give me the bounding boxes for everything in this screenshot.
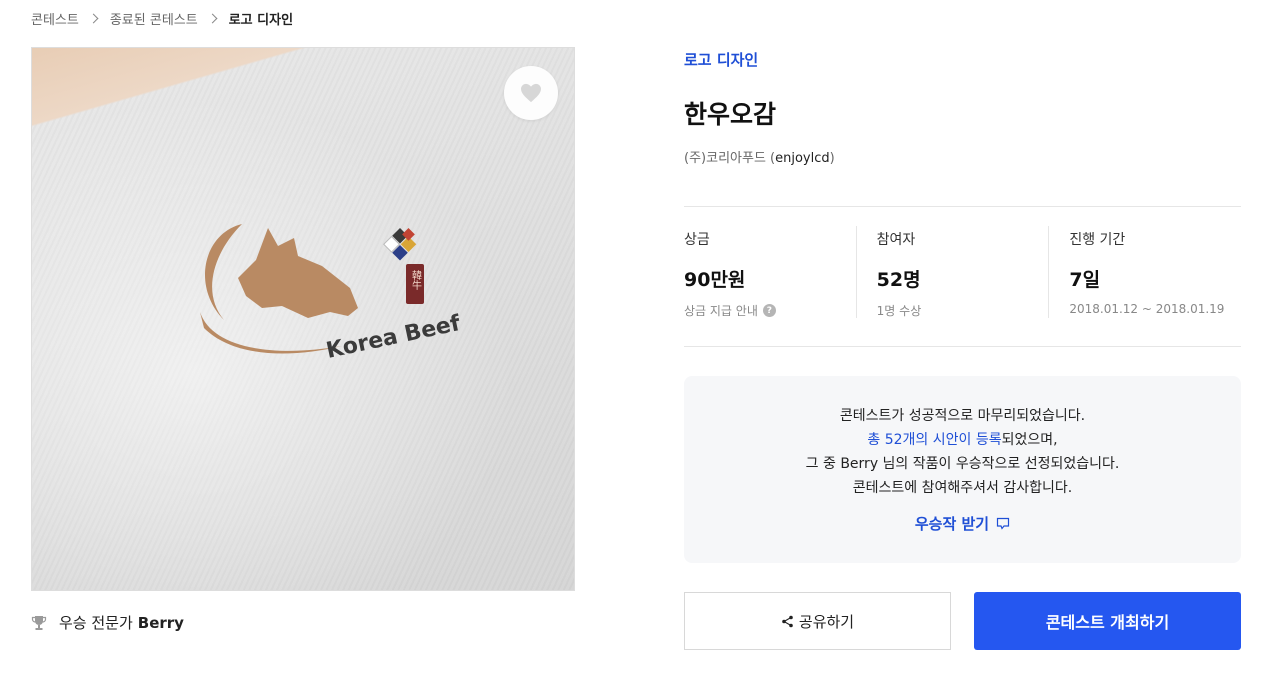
notice-line-2: 총 52개의 시안이 등록되었으며, — [684, 428, 1241, 452]
chevron-right-icon — [88, 13, 99, 24]
contest-stats: 상금 90만원 상금 지급 안내 ? 참여자 52명 1명 수상 진행 기간 7… — [684, 226, 1241, 318]
host-company: (주)코리아푸드 — [684, 151, 766, 166]
divider-bottom — [684, 346, 1241, 347]
stat-prize-label: 상금 — [684, 232, 710, 248]
stat-participants-value: 52명 — [876, 269, 921, 291]
heart-icon — [521, 83, 541, 103]
prize-payment-info-label: 상금 지급 안내 — [684, 304, 758, 318]
host-contest-button[interactable]: 콘테스트 개최하기 — [974, 592, 1241, 650]
contest-host: (주)코리아푸드 (enjoylcd) — [684, 147, 835, 166]
favorite-button[interactable] — [504, 66, 558, 120]
winner-label: 우승 전문가 — [59, 614, 133, 632]
host-id-open: ( — [765, 151, 776, 166]
share-button-label: 공유하기 — [798, 612, 855, 631]
trophy-icon — [31, 615, 47, 630]
stat-participants-label: 참여자 — [876, 232, 916, 248]
stat-duration-dates: 2018.01.12 ~ 2018.01.19 — [1069, 302, 1225, 316]
speech-bubble-icon — [997, 517, 1010, 530]
share-icon — [782, 615, 793, 627]
notice-line-4: 콘테스트에 참여해주셔서 감사합니다. — [852, 480, 1073, 496]
prize-payment-info[interactable]: 상금 지급 안내 ? — [684, 302, 856, 319]
breadcrumb-finished-contests[interactable]: 종료된 콘테스트 — [110, 9, 198, 28]
view-winning-entry-label: 우승작 받기 — [914, 515, 990, 533]
notice-line-3: 그 중 Berry 님의 작품이 우승작으로 선정되었습니다. — [805, 456, 1120, 472]
host-id[interactable]: enjoylcd — [775, 151, 830, 166]
contest-title: 한우오감 — [684, 100, 777, 129]
contest-result-notice: 콘테스트가 성공적으로 마무리되었습니다. 총 52개의 시안이 등록되었으며,… — [684, 376, 1241, 563]
submissions-link[interactable]: 총 52개의 시안이 등록 — [867, 432, 1001, 448]
help-icon[interactable]: ? — [762, 304, 776, 317]
stat-duration-label: 진행 기간 — [1069, 232, 1126, 248]
winner-name[interactable]: Berry — [138, 614, 184, 632]
stat-duration-value: 7일 — [1069, 269, 1101, 291]
divider-top — [684, 206, 1241, 207]
breadcrumb: 콘테스트 종료된 콘테스트 로고 디자인 — [31, 9, 293, 28]
notice-line-1: 콘테스트가 성공적으로 마무리되었습니다. — [839, 408, 1086, 424]
share-button[interactable]: 공유하기 — [684, 592, 951, 650]
stat-duration: 진행 기간 7일 2018.01.12 ~ 2018.01.19 — [1048, 226, 1241, 318]
stat-prize-value: 90만원 — [684, 269, 746, 291]
contest-category[interactable]: 로고 디자인 — [684, 49, 758, 70]
winner-info: 우승 전문가 Berry — [31, 612, 184, 633]
seal-text: 韓牛 — [410, 270, 422, 291]
logo-wordmark: Korea Beef — [324, 311, 463, 364]
host-id-close: ) — [829, 151, 835, 166]
notice-line-2-rest: 되었으며, — [1001, 432, 1058, 448]
stat-prize: 상금 90만원 상금 지급 안내 ? — [684, 226, 856, 318]
breadcrumb-contests[interactable]: 콘테스트 — [31, 9, 79, 28]
breadcrumb-current: 로고 디자인 — [228, 13, 294, 28]
stat-participants: 참여자 52명 1명 수상 — [855, 226, 1049, 318]
korea-beef-logo: Korea Beef 韓牛 — [200, 224, 463, 364]
chevron-right-icon — [207, 13, 218, 24]
view-winning-entry-button[interactable]: 우승작 받기 — [915, 513, 1010, 534]
stat-participants-sub: 1명 수상 — [876, 304, 922, 318]
winning-design-image[interactable]: Korea Beef 韓牛 — [31, 47, 575, 591]
